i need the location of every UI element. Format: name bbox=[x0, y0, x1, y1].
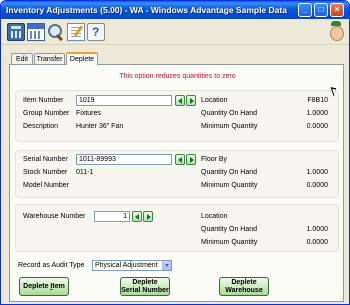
location-value: F8B10 bbox=[307, 97, 328, 104]
serial-number-input[interactable] bbox=[76, 154, 172, 165]
item-number-input[interactable] bbox=[76, 95, 172, 106]
quantity-on-hand-label: Quantity On Hand bbox=[201, 110, 258, 117]
serial-quantity-on-hand-label: Quantity On Hand bbox=[201, 169, 258, 176]
description-value: Hunter 36" Fan bbox=[76, 123, 124, 130]
calculator-icon[interactable] bbox=[7, 23, 25, 41]
deplete-warehouse-line1: Deplete bbox=[231, 279, 257, 286]
serial-prev-button[interactable] bbox=[175, 154, 185, 165]
warehouse-number-label: Warehouse Number bbox=[23, 213, 86, 220]
warehouse-quantity-on-hand-label: Quantity On Hand bbox=[201, 226, 258, 233]
tab-deplete[interactable]: Deplete bbox=[66, 52, 98, 65]
stock-number-label: Stock Number bbox=[23, 169, 68, 176]
serial-minimum-quantity-label: Minimum Quantity bbox=[201, 182, 258, 189]
warehouse-quantity-on-hand-value: 1.0000 bbox=[306, 226, 328, 233]
warehouse-minimum-quantity-value: 0.0000 bbox=[306, 239, 328, 246]
quantity-on-hand-value: 1.0000 bbox=[306, 110, 328, 117]
magnifier-icon[interactable] bbox=[47, 23, 65, 41]
deplete-panel: This option reduces quantities to zero I… bbox=[9, 64, 344, 302]
title-bar[interactable]: Inventory Adjustments (5.00) - WA - Wind… bbox=[1, 1, 349, 19]
warehouse-prev-button[interactable] bbox=[132, 211, 142, 222]
floor-by-label: Floor By bbox=[201, 156, 228, 163]
audit-type-value: Physical Adjustment bbox=[95, 262, 158, 269]
warehouse-next-button[interactable] bbox=[143, 211, 153, 222]
minimum-quantity-value: 0.0000 bbox=[306, 123, 328, 130]
warning-message: This option reduces quantities to zero bbox=[119, 73, 236, 80]
window-title: Inventory Adjustments (5.00) - WA - Wind… bbox=[6, 5, 287, 15]
location-label: Location bbox=[201, 97, 228, 104]
help-icon[interactable] bbox=[87, 23, 105, 41]
description-label: Description bbox=[23, 123, 59, 130]
item-prev-button[interactable] bbox=[175, 95, 185, 106]
warehouse-minimum-quantity-label: Minimum Quantity bbox=[201, 239, 258, 246]
minimize-button[interactable]: _ bbox=[298, 3, 312, 17]
deplete-warehouse-line2: Warehouse bbox=[225, 287, 263, 294]
close-button[interactable]: × bbox=[330, 3, 344, 17]
app-window: Inventory Adjustments (5.00) - WA - Wind… bbox=[0, 0, 350, 305]
minimum-quantity-label: Minimum Quantity bbox=[201, 123, 258, 130]
group-number-label: Group Number bbox=[23, 110, 70, 117]
warehouse-location-label: Location bbox=[201, 213, 228, 220]
serial-next-button[interactable] bbox=[186, 154, 196, 165]
warehouse-group: Warehouse Number Location Quantity On Ha… bbox=[15, 204, 339, 252]
item-group: Item Number Group Number Fixtures Descri… bbox=[15, 90, 339, 142]
notepad-icon[interactable] bbox=[67, 23, 85, 41]
deplete-serial-number-button[interactable]: Deplete Serial Number bbox=[120, 277, 170, 296]
deplete-serial-line2: Serial Number bbox=[121, 287, 169, 294]
calendar-icon[interactable] bbox=[27, 23, 45, 41]
mascot-icon bbox=[325, 21, 347, 43]
maximize-button[interactable]: □ bbox=[314, 3, 328, 17]
item-number-label: Item Number bbox=[23, 97, 64, 104]
audit-type-label: Record as Audit Type bbox=[18, 262, 85, 269]
deplete-serial-line1: Deplete bbox=[132, 279, 158, 286]
model-number-label: Model Number bbox=[23, 182, 69, 189]
audit-type-select[interactable]: Physical Adjustment bbox=[92, 260, 172, 271]
serial-number-label: Serial Number bbox=[23, 156, 68, 163]
deplete-warehouse-button[interactable]: Deplete Warehouse bbox=[219, 277, 269, 296]
deplete-item-button[interactable]: Deplete Item bbox=[19, 277, 69, 296]
item-next-button[interactable] bbox=[186, 95, 196, 106]
serial-minimum-quantity-value: 0.0000 bbox=[306, 182, 328, 189]
stock-number-value: 011-1 bbox=[76, 169, 94, 176]
toolbar bbox=[1, 19, 349, 45]
warehouse-number-input[interactable] bbox=[94, 211, 130, 222]
group-number-value: Fixtures bbox=[76, 110, 101, 117]
serial-quantity-on-hand-value: 1.0000 bbox=[306, 169, 328, 176]
serial-group: Serial Number Stock Number 011-1 Model N… bbox=[15, 150, 339, 198]
chevron-down-icon[interactable] bbox=[162, 261, 171, 270]
